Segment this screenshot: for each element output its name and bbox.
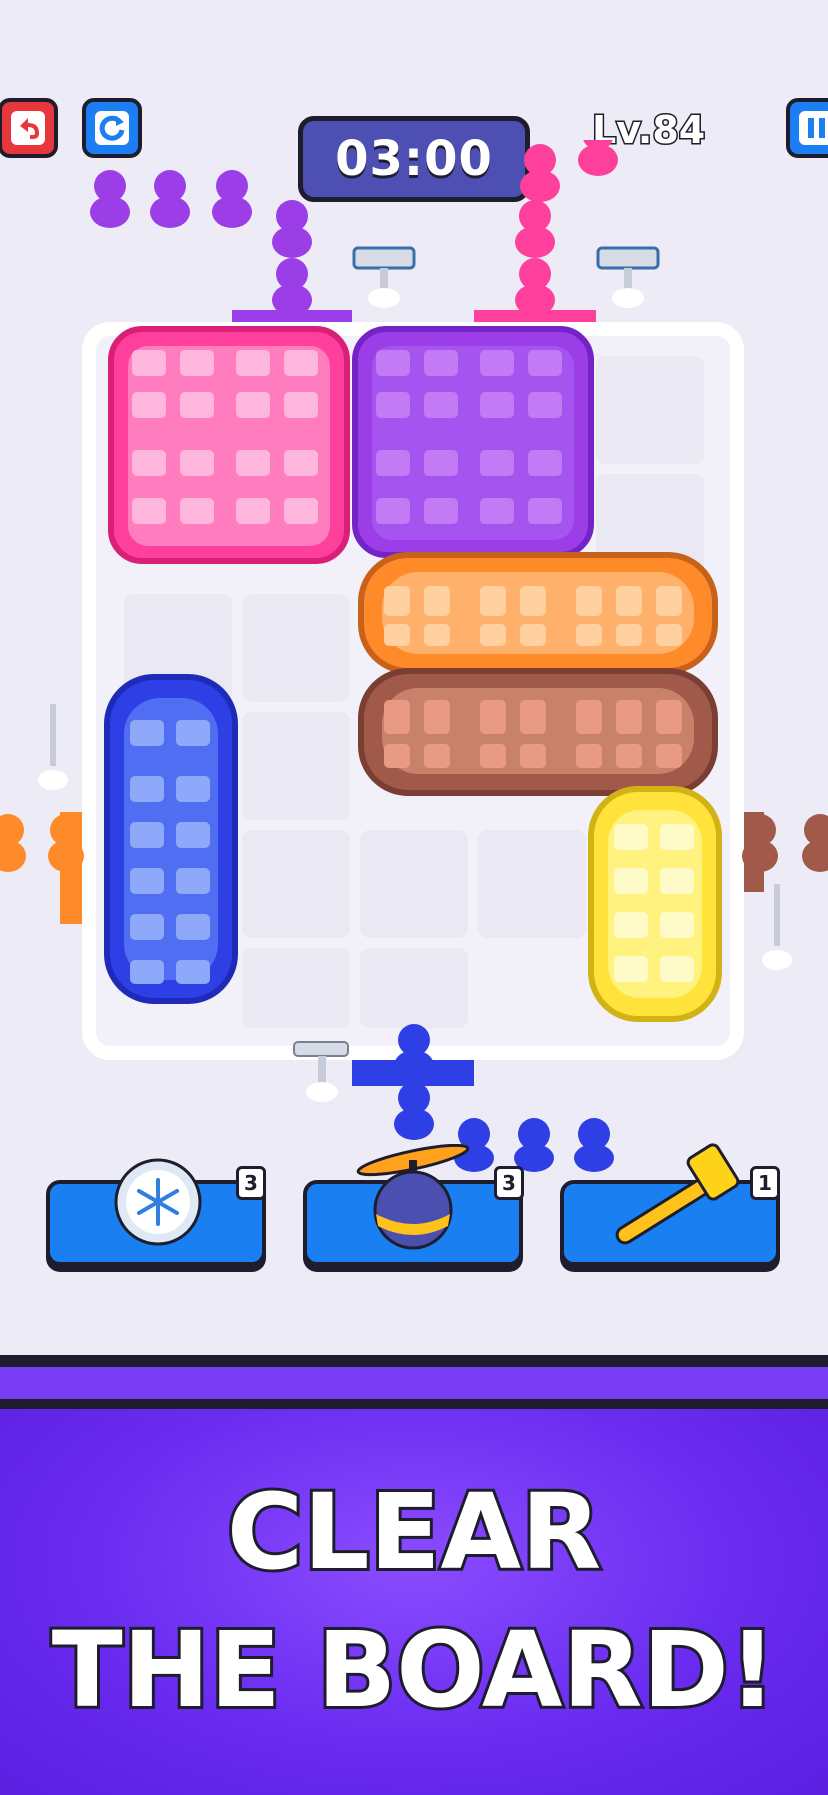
gate-post bbox=[352, 246, 416, 308]
banner-title-line1: CLEAR bbox=[224, 1468, 604, 1596]
banner-stripe bbox=[0, 1367, 828, 1399]
gate-post bbox=[38, 704, 68, 790]
banner-title-line2: THE BOARD! bbox=[49, 1606, 779, 1734]
banner-divider bbox=[0, 1355, 828, 1367]
banner-divider bbox=[0, 1399, 828, 1409]
yellow-bus-seats bbox=[614, 824, 694, 982]
orange-bus-seats bbox=[384, 586, 682, 646]
gate-post bbox=[596, 246, 660, 308]
blue-bus-seats bbox=[130, 720, 210, 984]
propeller-count-badge: 3 bbox=[494, 1166, 524, 1200]
gate-post bbox=[293, 1041, 349, 1102]
hammer-icon bbox=[615, 1143, 740, 1245]
hammer-count-badge: 1 bbox=[750, 1166, 780, 1200]
promo-banner: CLEAR THE BOARD! bbox=[0, 1409, 828, 1795]
passenger-queue-right bbox=[742, 814, 828, 872]
gate-post bbox=[762, 884, 792, 970]
purple-bus-seats bbox=[376, 350, 562, 524]
pink-bus-seats bbox=[132, 350, 318, 524]
passenger-queue-left bbox=[0, 814, 84, 872]
brown-bus-seats bbox=[384, 700, 682, 768]
freeze-count-badge: 3 bbox=[236, 1166, 266, 1200]
freeze-booster-button[interactable] bbox=[46, 1158, 266, 1266]
propeller-booster-button[interactable] bbox=[303, 1144, 523, 1266]
propeller-ball-icon bbox=[356, 1144, 470, 1250]
snowflake-icon bbox=[114, 1158, 202, 1246]
hammer-booster-button[interactable] bbox=[560, 1143, 780, 1266]
